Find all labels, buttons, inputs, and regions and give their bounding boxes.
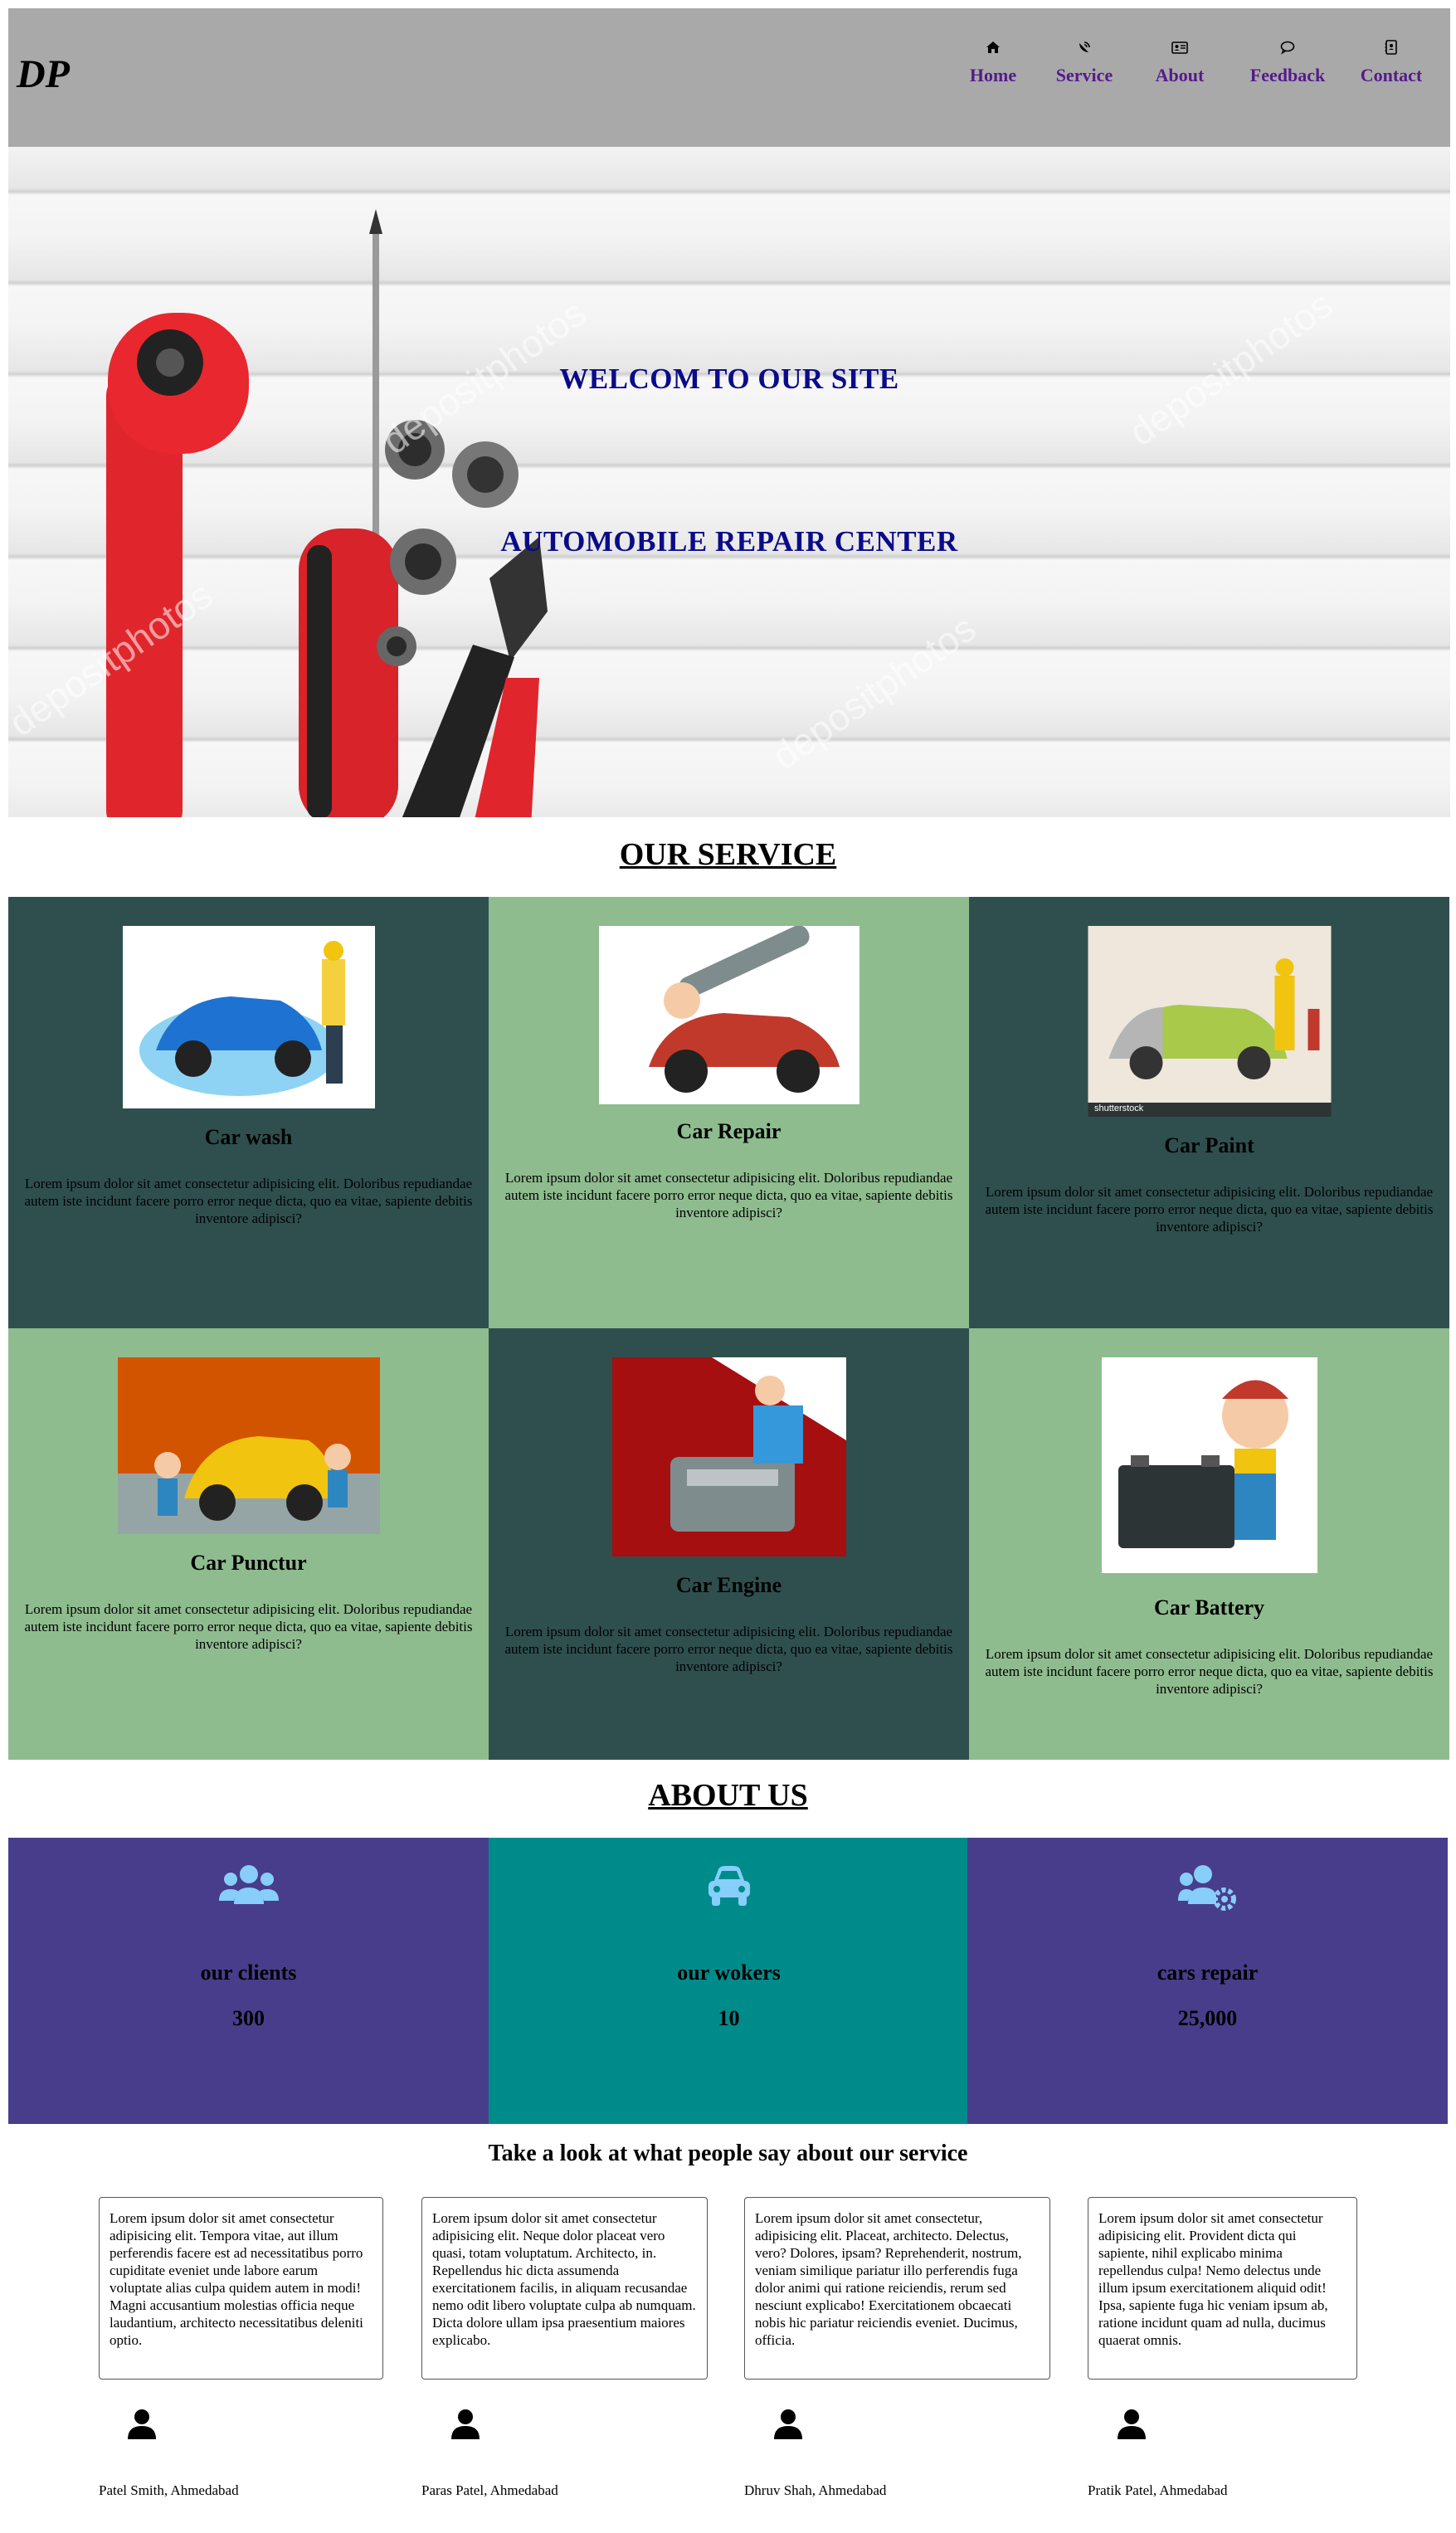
service-description: Lorem ipsum dolor sit amet consectetur a… bbox=[24, 1601, 473, 1652]
nav-service-label: Service bbox=[1055, 65, 1113, 85]
testimonial-card: Lorem ipsum dolor sit amet consectetur a… bbox=[99, 2197, 383, 2380]
testimonial-author: Pratik Patel, Ahmedabad bbox=[1088, 2482, 1228, 2498]
site-logo[interactable]: DP bbox=[17, 51, 70, 97]
nav-contact[interactable]: Contact bbox=[1342, 38, 1441, 86]
about-stat-workers: our wokers 10 bbox=[489, 1838, 969, 2124]
car-battery-image bbox=[1101, 1357, 1317, 1573]
testimonial-card: Lorem ipsum dolor sit amet consectetur a… bbox=[421, 2197, 708, 2380]
hero-watermark: depositphotos bbox=[763, 606, 984, 778]
home-icon bbox=[986, 41, 1000, 53]
nav-home[interactable]: Home bbox=[943, 38, 1043, 86]
service-description: Lorem ipsum dolor sit amet consectetur a… bbox=[504, 1624, 953, 1674]
about-stat-value: 300 bbox=[232, 2006, 265, 2030]
service-title: Car Paint bbox=[1164, 1133, 1254, 1157]
car-icon bbox=[708, 1866, 750, 1906]
satellite-dish-icon bbox=[1079, 41, 1090, 52]
testimonials-heading: Take a look at what people say about our… bbox=[488, 2141, 968, 2166]
about-stat-label: cars repair bbox=[1157, 1961, 1259, 1985]
about-stat-value: 10 bbox=[718, 2006, 740, 2030]
service-description: Lorem ipsum dolor sit amet consectetur a… bbox=[504, 1170, 953, 1220]
page: DP Home Service About Feedback Contact d… bbox=[0, 0, 1456, 2533]
service-title: Car Battery bbox=[1153, 1595, 1265, 1620]
nav-service[interactable]: Service bbox=[1035, 38, 1134, 86]
service-card-car-paint[interactable]: shutterstock Car Paint Lorem ipsum dolor… bbox=[969, 897, 1449, 1328]
hero-subtitle: AUTOMOBILE REPAIR CENTER bbox=[500, 525, 958, 558]
user-icon bbox=[1118, 2409, 1146, 2439]
site-header: DP Home Service About Feedback Contact bbox=[8, 8, 1450, 147]
nav-feedback-label: Feedback bbox=[1249, 65, 1326, 85]
car-repair-image bbox=[598, 926, 859, 1104]
service-card-car-punctur[interactable]: Car Punctur Lorem ipsum dolor sit amet c… bbox=[8, 1328, 489, 1760]
users-icon bbox=[218, 1865, 279, 1904]
hero-banner: depositphotos depositphotos depositphoto… bbox=[8, 147, 1450, 817]
hero-welcome-title: WELCOM TO OUR SITE bbox=[559, 363, 899, 395]
nav-about-label: About bbox=[1155, 65, 1205, 85]
service-card-car-engine[interactable]: Car Engine Lorem ipsum dolor sit amet co… bbox=[489, 1328, 969, 1760]
car-wash-image bbox=[122, 926, 375, 1108]
about-stat-clients: our clients 300 bbox=[8, 1838, 489, 2124]
users-cog-icon bbox=[1177, 1865, 1236, 1911]
tools-illustration bbox=[106, 209, 548, 817]
about-stat-repairs: cars repair 25,000 bbox=[967, 1838, 1448, 2124]
testimonial-card: Lorem ipsum dolor sit amet consectetur a… bbox=[1088, 2197, 1357, 2380]
service-card-car-repair[interactable]: Car Repair Lorem ipsum dolor sit amet co… bbox=[489, 897, 969, 1328]
testimonial-author: Paras Patel, Ahmedabad bbox=[421, 2482, 558, 2498]
service-title: Car Engine bbox=[675, 1573, 782, 1597]
service-title: Car wash bbox=[204, 1125, 293, 1149]
testimonial-author: Dhruv Shah, Ahmedabad bbox=[744, 2482, 887, 2498]
about-title: ABOUT US bbox=[648, 1778, 808, 1813]
service-description: Lorem ipsum dolor sit amet consectetur a… bbox=[985, 1184, 1434, 1235]
about-stat-value: 25,000 bbox=[1177, 2006, 1238, 2030]
services-title: OUR SERVICE bbox=[619, 837, 837, 872]
user-icon bbox=[128, 2409, 156, 2439]
service-title: Car Repair bbox=[676, 1119, 782, 1143]
user-icon bbox=[774, 2409, 802, 2439]
image-caption: shutterstock bbox=[1094, 1103, 1144, 1113]
service-description: Lorem ipsum dolor sit amet consectetur a… bbox=[985, 1646, 1434, 1697]
comment-icon bbox=[1280, 41, 1295, 55]
service-description: Lorem ipsum dolor sit amet consectetur a… bbox=[24, 1176, 473, 1226]
car-engine-image bbox=[611, 1357, 846, 1556]
service-card-car-wash[interactable]: Car wash Lorem ipsum dolor sit amet cons… bbox=[8, 897, 489, 1328]
service-card-car-battery[interactable]: Car Battery Lorem ipsum dolor sit amet c… bbox=[969, 1328, 1449, 1760]
user-icon bbox=[451, 2409, 480, 2439]
service-title: Car Punctur bbox=[190, 1551, 307, 1575]
nav-feedback[interactable]: Feedback bbox=[1238, 38, 1337, 86]
address-book-icon bbox=[1385, 40, 1397, 55]
car-paint-image: shutterstock bbox=[1088, 926, 1331, 1117]
car-punctur-image bbox=[117, 1357, 380, 1534]
testimonial-card: Lorem ipsum dolor sit amet consectetur, … bbox=[744, 2197, 1050, 2380]
nav-about[interactable]: About bbox=[1130, 38, 1230, 86]
about-stat-label: our clients bbox=[200, 1961, 297, 1985]
testimonial-author: Patel Smith, Ahmedabad bbox=[99, 2482, 239, 2498]
nav-contact-label: Contact bbox=[1360, 65, 1423, 85]
address-card-icon bbox=[1171, 41, 1188, 54]
about-stat-label: our wokers bbox=[677, 1961, 781, 1985]
nav-home-label: Home bbox=[969, 65, 1017, 85]
